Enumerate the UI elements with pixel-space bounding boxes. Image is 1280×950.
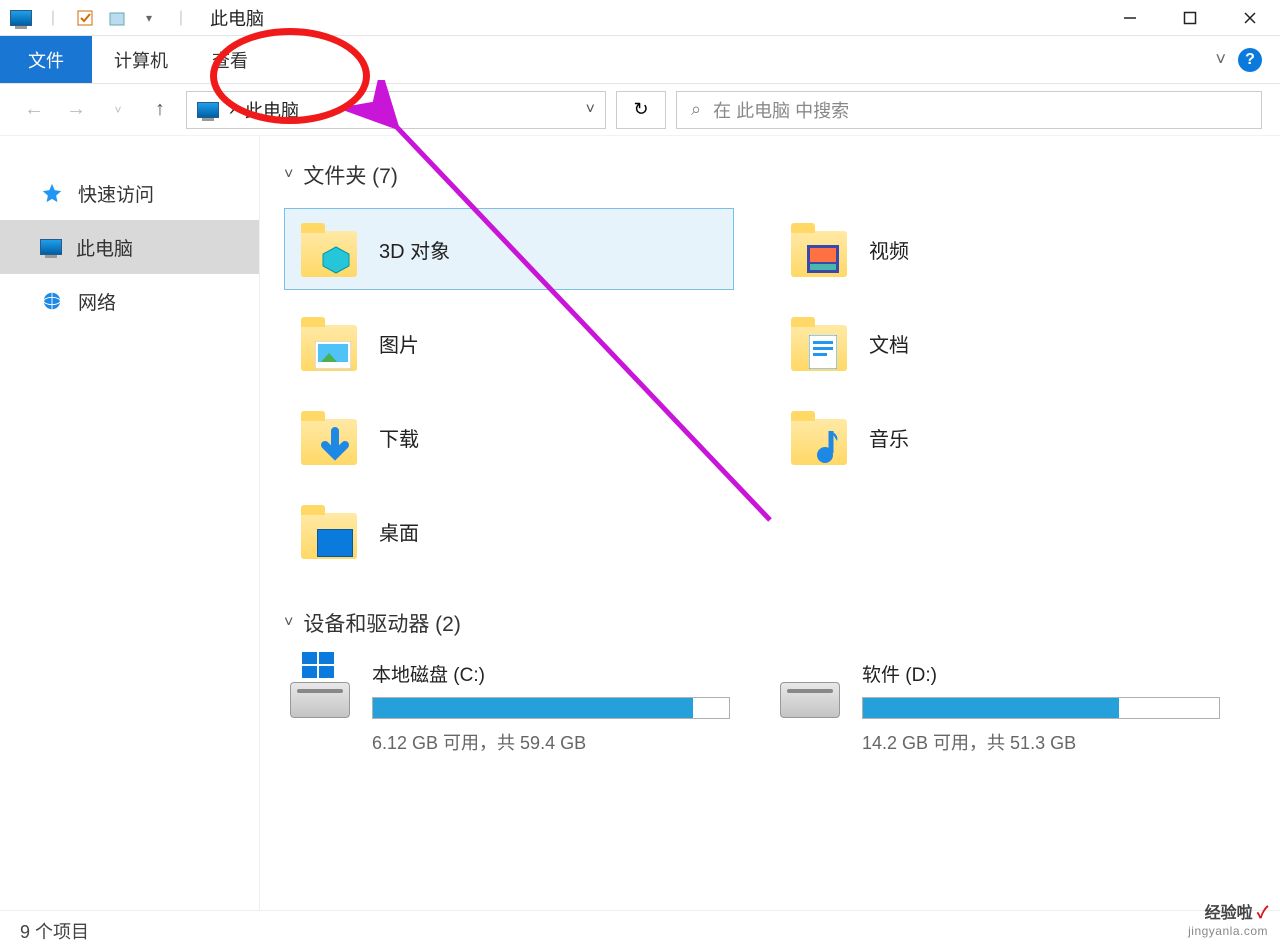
maximize-button[interactable] bbox=[1160, 0, 1220, 36]
sidebar-item-quick-access[interactable]: 快速访问 bbox=[0, 166, 259, 220]
group-header-folders[interactable]: ˅ 文件夹 (7) bbox=[284, 160, 1256, 190]
drive-d[interactable]: 软件 (D:) 14.2 GB 可用，共 51.3 GB bbox=[774, 656, 1224, 759]
status-item-count: 9 个项目 bbox=[20, 918, 89, 944]
sidebar-label-quick-access: 快速访问 bbox=[78, 180, 154, 207]
folder-desktop-icon bbox=[299, 503, 359, 559]
star-icon bbox=[40, 182, 64, 204]
folder-documents-icon bbox=[789, 315, 849, 371]
folder-downloads[interactable]: 下载 bbox=[284, 396, 734, 478]
app-icon bbox=[8, 8, 34, 28]
folder-3d-objects[interactable]: 3D 对象 bbox=[284, 208, 734, 290]
watermark-text: 经验啦 bbox=[1205, 905, 1253, 922]
network-icon bbox=[40, 290, 64, 312]
drive-d-icon bbox=[778, 666, 842, 722]
search-icon: ⌕ bbox=[691, 99, 701, 120]
close-button[interactable] bbox=[1220, 0, 1280, 36]
qat-dropdown-icon[interactable]: ▾ bbox=[136, 8, 162, 28]
folder-label-3d: 3D 对象 bbox=[379, 235, 450, 264]
search-placeholder: 在 此电脑 中搜索 bbox=[713, 97, 849, 123]
folder-label-downloads: 下载 bbox=[379, 423, 419, 452]
folder-pictures[interactable]: 图片 bbox=[284, 302, 734, 384]
chevron-down-icon: ˅ bbox=[284, 614, 293, 632]
watermark: 经验啦 ✓ jingyanla.com bbox=[1188, 904, 1268, 938]
watermark-url: jingyanla.com bbox=[1188, 924, 1268, 938]
refresh-button[interactable]: ↻ bbox=[616, 91, 666, 129]
folder-label-documents: 文档 bbox=[869, 329, 909, 358]
drive-c-name: 本地磁盘 (C:) bbox=[372, 660, 730, 687]
sidebar-label-this-pc: 此电脑 bbox=[76, 234, 133, 261]
ribbon-expand-icon[interactable]: ˅ bbox=[1215, 49, 1226, 70]
tab-view[interactable]: 查看 bbox=[190, 36, 270, 83]
nav-back-button[interactable]: ← bbox=[18, 94, 50, 126]
folder-music[interactable]: 音乐 bbox=[774, 396, 1224, 478]
drive-d-name: 软件 (D:) bbox=[862, 660, 1220, 687]
tab-computer[interactable]: 计算机 bbox=[92, 36, 190, 83]
window-title: 此电脑 bbox=[210, 5, 264, 31]
drive-c-bar bbox=[372, 697, 730, 719]
sidebar-label-network: 网络 bbox=[78, 288, 116, 315]
folder-label-videos: 视频 bbox=[869, 235, 909, 264]
address-location[interactable]: 此电脑 bbox=[245, 97, 299, 123]
address-field[interactable]: › 此电脑 ˅ bbox=[186, 91, 606, 129]
folder-videos[interactable]: 视频 bbox=[774, 208, 1224, 290]
folder-documents[interactable]: 文档 bbox=[774, 302, 1224, 384]
nav-forward-button[interactable]: → bbox=[60, 94, 92, 126]
group-title-folders: 文件夹 (7) bbox=[303, 160, 398, 190]
qat-sep2: | bbox=[168, 8, 194, 28]
nav-up-button[interactable]: ↑ bbox=[144, 94, 176, 126]
folder-desktop[interactable]: 桌面 bbox=[284, 490, 734, 572]
sidebar-item-network[interactable]: 网络 bbox=[0, 274, 259, 328]
window-controls bbox=[1100, 0, 1280, 36]
watermark-check-icon: ✓ bbox=[1257, 905, 1268, 922]
drive-d-fill bbox=[863, 698, 1119, 718]
folder-pictures-icon bbox=[299, 315, 359, 371]
search-field[interactable]: ⌕ 在 此电脑 中搜索 bbox=[676, 91, 1262, 129]
group-title-drives: 设备和驱动器 (2) bbox=[303, 608, 461, 638]
folder-videos-icon bbox=[789, 221, 849, 277]
navigation-pane: 快速访问 此电脑 网络 bbox=[0, 136, 260, 910]
address-sep: › bbox=[229, 99, 235, 120]
content-pane: ˅ 文件夹 (7) 3D 对象 视频 图片 文档 下载 bbox=[260, 136, 1280, 910]
minimize-button[interactable] bbox=[1100, 0, 1160, 36]
qat-sep: | bbox=[40, 8, 66, 28]
chevron-down-icon: ˅ bbox=[284, 166, 293, 184]
drive-c-status: 6.12 GB 可用，共 59.4 GB bbox=[372, 729, 730, 755]
folder-grid: 3D 对象 视频 图片 文档 下载 音乐 bbox=[284, 208, 1256, 572]
folder-label-pictures: 图片 bbox=[379, 329, 419, 358]
properties-icon[interactable] bbox=[72, 8, 98, 28]
folder-music-icon bbox=[789, 409, 849, 465]
address-dropdown-icon[interactable]: ˅ bbox=[586, 101, 595, 119]
sidebar-item-this-pc[interactable]: 此电脑 bbox=[0, 220, 259, 274]
drive-c[interactable]: 本地磁盘 (C:) 6.12 GB 可用，共 59.4 GB bbox=[284, 656, 734, 759]
address-bar: ← → ˅ ↑ › 此电脑 ˅ ↻ ⌕ 在 此电脑 中搜索 bbox=[0, 84, 1280, 136]
drive-d-status: 14.2 GB 可用，共 51.3 GB bbox=[862, 729, 1220, 755]
nav-recent-icon[interactable]: ˅ bbox=[102, 94, 134, 126]
folder-label-music: 音乐 bbox=[869, 423, 909, 452]
group-header-drives[interactable]: ˅ 设备和驱动器 (2) bbox=[284, 608, 1256, 638]
address-pc-icon bbox=[197, 102, 219, 118]
folder-label-desktop: 桌面 bbox=[379, 517, 419, 546]
quick-access-toolbar: | ▾ | 此电脑 bbox=[0, 5, 264, 31]
drive-d-bar bbox=[862, 697, 1220, 719]
folder-3d-icon bbox=[299, 221, 359, 277]
drive-c-icon bbox=[288, 666, 352, 722]
help-icon[interactable]: ? bbox=[1238, 48, 1262, 72]
main-area: 快速访问 此电脑 网络 ˅ 文件夹 (7) 3D 对象 视频 bbox=[0, 136, 1280, 910]
title-bar: | ▾ | 此电脑 bbox=[0, 0, 1280, 36]
ribbon-tabs: 文件 计算机 查看 ˅ ? bbox=[0, 36, 1280, 84]
tab-file[interactable]: 文件 bbox=[0, 36, 92, 83]
status-bar: 9 个项目 bbox=[0, 910, 1280, 950]
drive-c-fill bbox=[373, 698, 693, 718]
folder-downloads-icon bbox=[299, 409, 359, 465]
new-folder-icon[interactable] bbox=[104, 8, 130, 28]
drive-grid: 本地磁盘 (C:) 6.12 GB 可用，共 59.4 GB 软件 (D:) 1… bbox=[284, 656, 1256, 759]
pc-icon bbox=[40, 239, 62, 255]
